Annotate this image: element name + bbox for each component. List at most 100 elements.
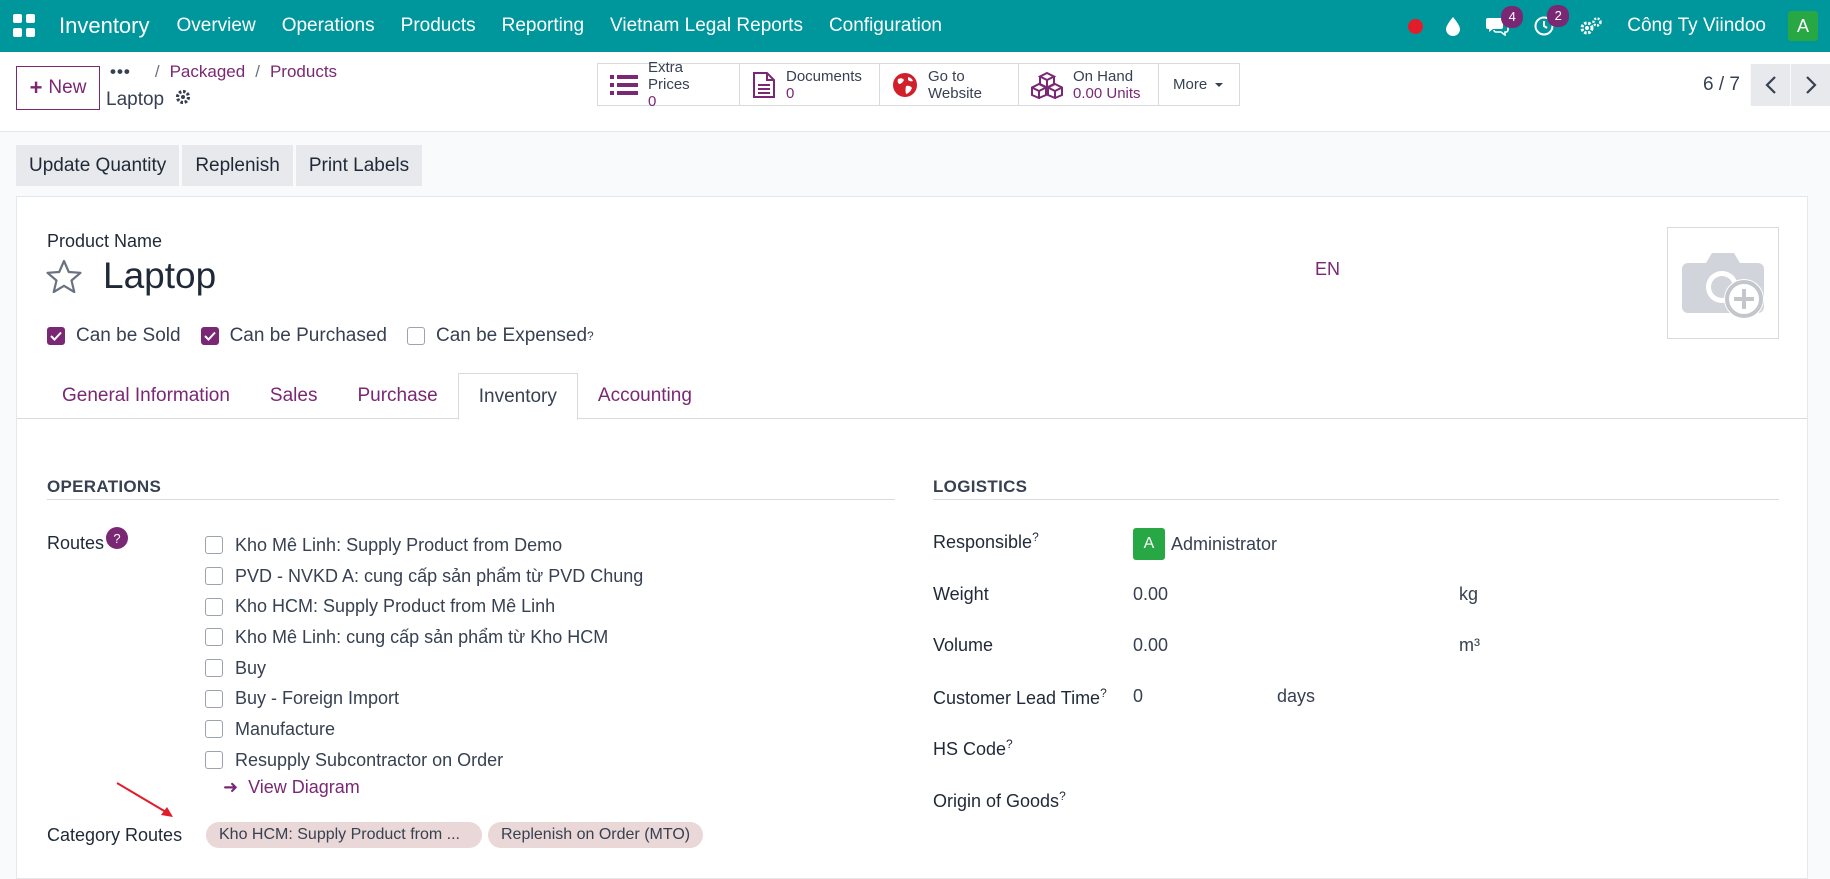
route-item[interactable]: Kho Mê Linh: Supply Product from Demo xyxy=(205,530,643,561)
pager-value[interactable]: 6 / 7 xyxy=(1703,74,1740,96)
favorite-star-icon[interactable] xyxy=(45,259,83,301)
navbar-systray: 4 2 Công Ty Viindoo A xyxy=(1408,0,1830,52)
pager-previous-button[interactable] xyxy=(1750,64,1790,106)
menu-products[interactable]: Products xyxy=(401,15,476,37)
help-tooltip-icon[interactable]: ? xyxy=(1032,530,1039,544)
route-item[interactable]: Buy - Foreign Import xyxy=(205,683,643,714)
can-be-sold-checkbox[interactable]: Can be Sold xyxy=(47,325,181,347)
camera-plus-icon xyxy=(1682,253,1764,319)
breadcrumb: ••• / Packaged / Products xyxy=(110,62,337,82)
lead-time-unit: days xyxy=(1277,686,1316,706)
category-routes-label: Category Routes xyxy=(47,825,183,845)
menu-reporting[interactable]: Reporting xyxy=(502,15,584,37)
help-tooltip-icon[interactable]: ? xyxy=(1059,789,1066,803)
route-item[interactable]: Resupply Subcontractor on Order xyxy=(205,745,643,776)
category-route-tag[interactable]: Kho HCM: Supply Product from ... xyxy=(206,822,482,848)
new-button[interactable]: + New xyxy=(16,66,100,110)
more-dropdown-button[interactable]: More xyxy=(1159,64,1239,105)
can-be-purchased-checkbox[interactable]: Can be Purchased xyxy=(200,325,387,347)
customer-lead-time-input[interactable]: 0 xyxy=(1133,686,1143,707)
caret-down-icon xyxy=(1215,82,1224,87)
hs-code-input[interactable] xyxy=(1133,733,1773,763)
app-name[interactable]: Inventory xyxy=(59,13,150,39)
checkbox-unchecked-icon[interactable] xyxy=(205,567,223,586)
drop-icon[interactable] xyxy=(1445,16,1461,36)
checkbox-checked-icon[interactable] xyxy=(47,327,65,345)
operations-section-title: OPERATIONS xyxy=(47,477,162,496)
globe-icon xyxy=(892,72,918,98)
breadcrumb-more-icon[interactable]: ••• xyxy=(110,62,131,82)
route-label: Buy xyxy=(235,657,267,678)
routes-help-icon[interactable]: ? xyxy=(106,527,129,549)
view-diagram-link[interactable]: ➜ View Diagram xyxy=(223,777,360,798)
help-tooltip-icon[interactable]: ? xyxy=(587,329,594,343)
tab-general-information[interactable]: General Information xyxy=(42,373,250,419)
tab-purchase[interactable]: Purchase xyxy=(337,373,457,419)
customer-lead-time-label: Customer Lead Time? xyxy=(933,686,1107,709)
documents-count: 0 xyxy=(786,84,795,102)
website-label-line2: Website xyxy=(928,84,982,102)
volume-input[interactable]: 0.00 xyxy=(1133,635,1168,656)
user-avatar[interactable]: A xyxy=(1788,11,1818,41)
go-to-website-button[interactable]: Go to Website xyxy=(880,64,1019,105)
category-route-tag[interactable]: Replenish on Order (MTO) xyxy=(488,822,704,848)
menu-configuration[interactable]: Configuration xyxy=(829,15,942,37)
gear-icon[interactable] xyxy=(174,88,192,112)
volume-label: Volume xyxy=(933,635,994,655)
menu-overview[interactable]: Overview xyxy=(177,15,256,37)
can-be-expensed-checkbox[interactable]: Can be Expensed? xyxy=(406,325,594,347)
company-name[interactable]: Công Ty Viindoo xyxy=(1627,15,1766,37)
route-item[interactable]: Buy xyxy=(205,653,643,684)
responsible-field[interactable]: A Administrator xyxy=(1133,528,1277,560)
messages-icon[interactable]: 4 xyxy=(1485,6,1524,36)
hs-code-label-text: HS Code xyxy=(933,739,1007,759)
replenish-button[interactable]: Replenish xyxy=(182,145,293,186)
company-switch-gears-icon[interactable] xyxy=(1579,16,1603,36)
checkbox-unchecked-icon[interactable] xyxy=(205,597,223,616)
breadcrumb-separator: / xyxy=(255,62,260,81)
tab-sales[interactable]: Sales xyxy=(250,373,338,419)
chevron-left-icon xyxy=(1764,76,1776,94)
checkbox-unchecked-icon[interactable] xyxy=(205,689,223,708)
menu-vietnam-legal-reports[interactable]: Vietnam Legal Reports xyxy=(610,15,803,37)
weight-input[interactable]: 0.00 xyxy=(1133,584,1168,605)
route-item[interactable]: Kho Mê Linh: cung cấp sản phẩm từ Kho HC… xyxy=(205,622,643,653)
breadcrumb-products[interactable]: Products xyxy=(270,62,337,82)
help-tooltip-icon[interactable]: ? xyxy=(1100,686,1107,700)
help-tooltip-icon[interactable]: ? xyxy=(1006,737,1013,751)
on-hand-button[interactable]: On Hand 0.00 Units xyxy=(1019,64,1159,105)
checkbox-unchecked-icon[interactable] xyxy=(205,751,223,770)
recording-indicator-icon[interactable] xyxy=(1408,18,1424,34)
checkbox-unchecked-icon[interactable] xyxy=(205,720,223,739)
product-image-upload[interactable] xyxy=(1667,227,1779,339)
route-item[interactable]: PVD - NVKD A: cung cấp sản phẩm từ PVD C… xyxy=(205,561,643,592)
extra-prices-button[interactable]: Extra Prices 0 xyxy=(598,59,740,110)
product-name-field[interactable]: Laptop xyxy=(103,255,216,297)
routes-label-text: Routes xyxy=(47,532,105,553)
route-label: Kho Mê Linh: cung cấp sản phẩm từ Kho HC… xyxy=(235,626,609,647)
print-labels-button[interactable]: Print Labels xyxy=(295,145,423,186)
breadcrumb-packaged[interactable]: Packaged xyxy=(170,62,246,82)
checkbox-checked-icon[interactable] xyxy=(200,327,219,345)
origin-of-goods-input[interactable] xyxy=(1133,785,1773,815)
language-toggle[interactable]: EN xyxy=(1315,259,1340,280)
activities-clock-icon[interactable]: 2 xyxy=(1533,5,1570,37)
pager-next-button[interactable] xyxy=(1790,64,1830,106)
apps-menu-icon[interactable] xyxy=(13,14,37,38)
checkbox-unchecked-icon[interactable] xyxy=(205,659,223,678)
lead-time-label-text: Customer Lead Time xyxy=(933,688,1101,708)
checkbox-unchecked-icon[interactable] xyxy=(205,628,223,647)
route-item[interactable]: Kho HCM: Supply Product from Mê Linh xyxy=(205,591,643,622)
menu-operations[interactable]: Operations xyxy=(282,15,375,37)
checkbox-unchecked-icon[interactable] xyxy=(205,536,223,555)
tab-accounting[interactable]: Accounting xyxy=(578,373,712,419)
extra-prices-count: 0 xyxy=(648,93,657,110)
activities-badge: 2 xyxy=(1547,5,1570,27)
route-item[interactable]: Manufacture xyxy=(205,714,643,745)
tab-inventory[interactable]: Inventory xyxy=(457,373,578,420)
update-quantity-button[interactable]: Update Quantity xyxy=(16,145,180,186)
category-routes-tags: Kho HCM: Supply Product from ... Repleni… xyxy=(206,822,709,848)
documents-button[interactable]: Documents 0 xyxy=(740,64,880,105)
checkbox-unchecked-icon[interactable] xyxy=(406,327,425,345)
new-button-label: New xyxy=(48,77,87,98)
